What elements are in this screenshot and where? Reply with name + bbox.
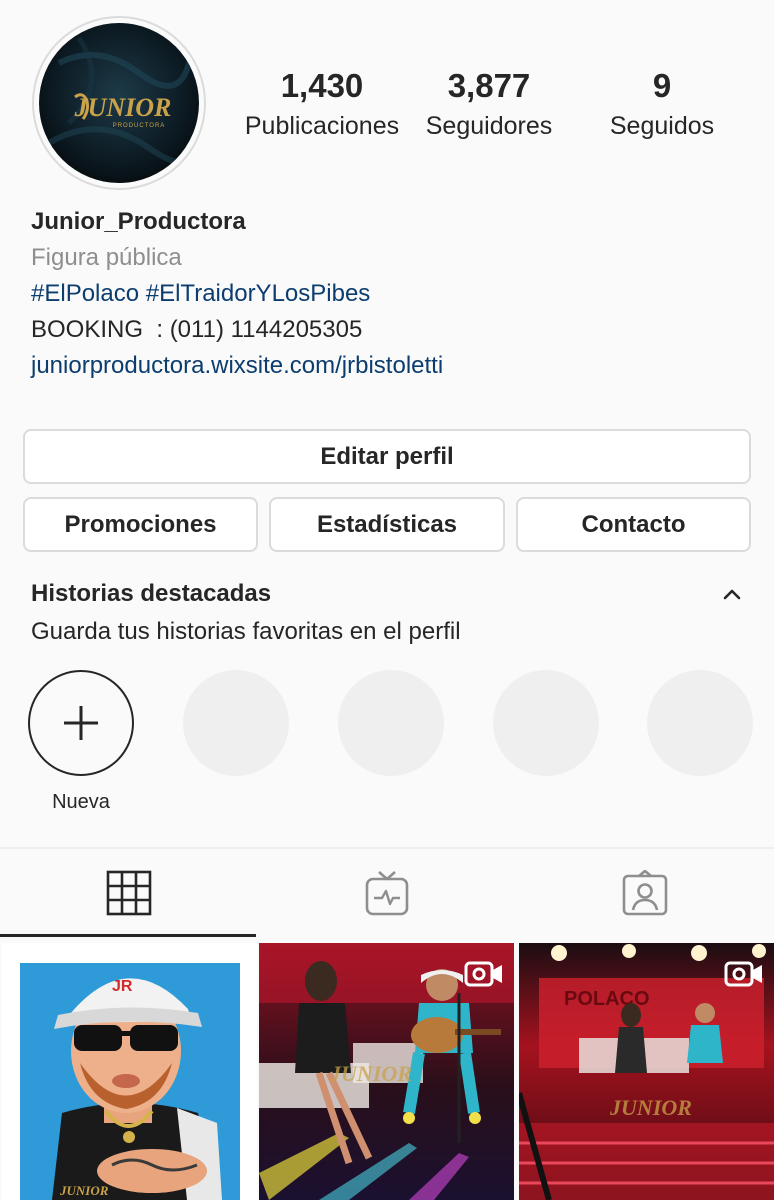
video-icon xyxy=(724,961,762,987)
followers-label: Seguidores xyxy=(425,112,553,140)
followers-count: 3,877 xyxy=(447,67,531,104)
stat-followers[interactable]: 3,877 Seguidores xyxy=(399,66,579,146)
plus-icon xyxy=(64,706,98,740)
highlight-placeholder xyxy=(493,670,599,776)
following-count: 9 xyxy=(652,67,672,104)
avatar-image: JUNIOR PRODUCTORA xyxy=(39,23,199,183)
igtv-icon xyxy=(365,871,409,916)
chevron-up-icon[interactable] xyxy=(718,582,746,606)
tab-tagged[interactable] xyxy=(516,849,774,937)
tagged-icon xyxy=(622,870,668,916)
svg-text:JR: JR xyxy=(112,978,133,995)
profile-website-link[interactable]: juniorproductora.wixsite.com/jrbistolett… xyxy=(31,348,751,384)
stat-following[interactable]: 9 Seguidos xyxy=(572,66,752,146)
highlights-subtitle: Guarda tus historias favoritas en el per… xyxy=(31,618,461,645)
active-tab-indicator xyxy=(0,934,256,937)
post-thumbnail[interactable]: JUNIOR xyxy=(259,943,514,1200)
edit-profile-button[interactable]: Editar perfil xyxy=(23,429,751,484)
grid-icon xyxy=(106,870,152,916)
tab-posts-grid[interactable] xyxy=(0,849,258,937)
profile-category: Figura pública xyxy=(31,244,182,271)
following-label: Seguidos xyxy=(609,112,715,140)
new-highlight-label: Nueva xyxy=(52,791,110,813)
profile-booking: BOOKING : (011) 1144205305 xyxy=(31,316,363,343)
post-thumbnail[interactable]: POLACO JUNIOR xyxy=(519,943,774,1200)
promotions-button[interactable]: Promociones xyxy=(23,497,258,552)
profile-stats: 1,430 Publicaciones 3,877 Seguidores 9 S… xyxy=(232,66,762,146)
post-watermark: JUNIOR xyxy=(609,1095,692,1120)
new-highlight-button[interactable] xyxy=(28,670,134,776)
highlights-title: Historias destacadas xyxy=(31,580,272,607)
contact-button[interactable]: Contacto xyxy=(516,497,751,552)
post-watermark: JUNIOR xyxy=(329,1061,412,1086)
post-watermark: JUNIOR xyxy=(59,1183,109,1198)
posts-count: 1,430 xyxy=(280,67,364,104)
profile-header: JUNIOR PRODUCTORA 1,430 Publicaciones 3,… xyxy=(0,0,774,200)
insights-button[interactable]: Estadísticas xyxy=(269,497,505,552)
highlight-placeholder xyxy=(647,670,753,776)
posts-grid: JR JUNIOR JUNIOR POLACO JUNIOR xyxy=(0,940,774,1200)
post-thumbnail[interactable]: JR JUNIOR xyxy=(2,943,257,1200)
video-icon xyxy=(464,961,502,987)
posts-label: Publicaciones xyxy=(244,112,400,140)
logo-subtext: PRODUCTORA xyxy=(113,123,166,129)
highlight-placeholder xyxy=(183,670,289,776)
profile-bio: Junior_Productora Figura pública #ElPola… xyxy=(31,204,751,384)
profile-avatar[interactable]: JUNIOR PRODUCTORA xyxy=(32,16,206,190)
highlight-placeholder xyxy=(338,670,444,776)
tab-igtv[interactable] xyxy=(258,849,516,937)
profile-username: Junior_Productora xyxy=(31,208,246,235)
profile-hashtags[interactable]: #ElPolaco #ElTraidorYLosPibes xyxy=(31,276,751,312)
stat-posts[interactable]: 1,430 Publicaciones xyxy=(232,66,412,146)
